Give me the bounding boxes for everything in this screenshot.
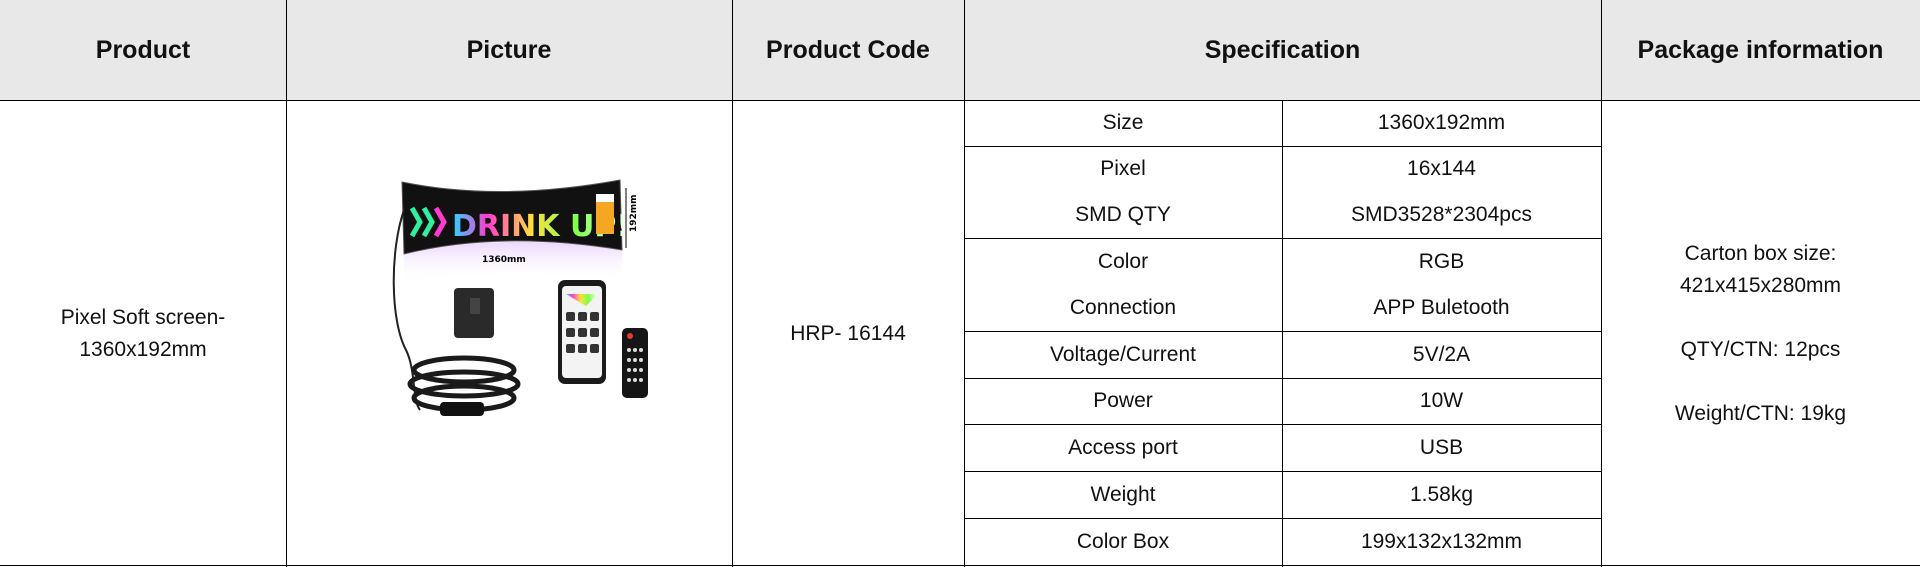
- qty-per-carton: QTY/CTN: 12pcs: [1680, 337, 1841, 361]
- header-product-code: Product Code: [766, 35, 930, 64]
- product-name: Pixel Soft screen- 1360x192mm: [0, 100, 286, 567]
- header-picture: Picture: [466, 35, 552, 64]
- spec-value-color: RGB: [1418, 249, 1465, 273]
- spec-label-connection: Connection: [1069, 296, 1177, 319]
- spec-label-voltage-current: Voltage/Current: [1050, 342, 1196, 366]
- spec-value-weight: 1.58kg: [1409, 482, 1474, 506]
- header-product: Product: [95, 35, 191, 64]
- product-name-line1: Pixel Soft screen-: [60, 305, 226, 329]
- product-name-line2: 1360x192mm: [79, 337, 207, 361]
- package-information: Carton box size: 421x415x280mm QTY/CTN: …: [1601, 100, 1920, 567]
- header-package-information: Package information: [1637, 35, 1884, 64]
- spec-label-size: Size: [1102, 111, 1144, 134]
- spec-value-color-box: 199x132x132mm: [1360, 529, 1523, 553]
- divider: [286, 0, 287, 567]
- product-code: HRP- 16144: [790, 321, 906, 345]
- spec-value-size: 1360x192mm: [1377, 111, 1506, 134]
- width-label: 1360mm: [482, 255, 526, 265]
- spec-label-pixel: Pixel: [1100, 157, 1146, 180]
- spec-value-power: 10W: [1419, 389, 1464, 412]
- spec-value-access-port: USB: [1419, 435, 1464, 459]
- spec-sheet: Product Picture Product Code Specificati…: [0, 0, 1920, 567]
- spec-value-pixel: 16x144: [1407, 157, 1476, 180]
- spec-label-color-box: Color Box: [1076, 529, 1170, 553]
- height-label: 192mm: [629, 194, 639, 232]
- spec-label-access-port: Access port: [1068, 435, 1178, 459]
- spec-label-color: Color: [1097, 249, 1149, 273]
- spec-value-smd-qty: SMD3528*2304pcs: [1351, 203, 1532, 226]
- header-specification: Specification: [1204, 35, 1361, 64]
- spec-label-smd-qty: SMD QTY: [1075, 203, 1171, 226]
- spec-value-connection: APP Buletooth: [1373, 296, 1510, 319]
- carton-size-value: 421x415x280mm: [1679, 273, 1842, 297]
- product-picture: DRINK UP! 192mm 1360mm: [390, 170, 680, 440]
- weight-per-carton: Weight/CTN: 19kg: [1674, 401, 1847, 425]
- spec-label-weight: Weight: [1090, 482, 1156, 506]
- carton-size-label: Carton box size:: [1684, 241, 1837, 265]
- spec-value-voltage-current: 5V/2A: [1412, 342, 1471, 366]
- spec-label-power: Power: [1093, 389, 1153, 412]
